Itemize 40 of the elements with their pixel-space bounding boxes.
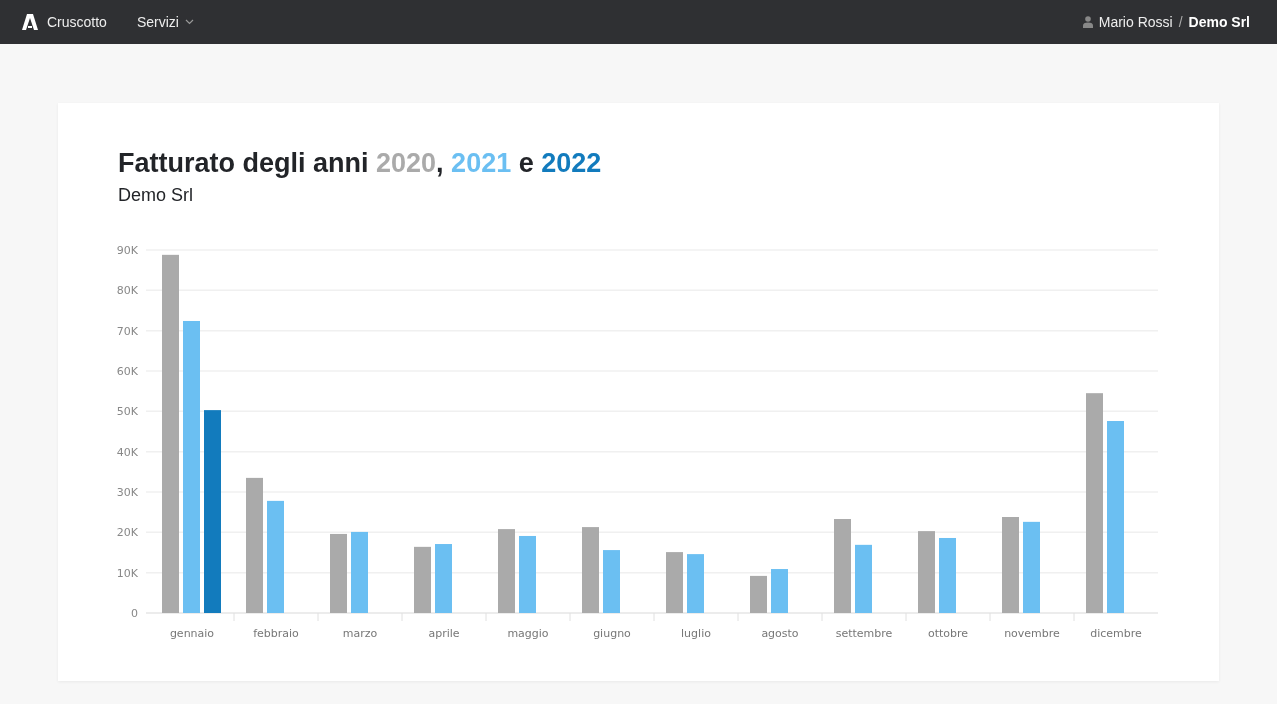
chart-subtitle: Demo Srl [118,185,193,206]
axis-tick-label: 0 [131,607,138,620]
axis-tick-label: 30K [116,486,138,499]
axis-category-label: marzo [342,627,378,640]
bar [750,575,767,613]
axis-tick-label: 70K [116,324,138,338]
bar [771,569,788,613]
user-name: Mario Rossi [1098,14,1173,30]
axis-tick-label: 60K [116,365,138,378]
menu-link[interactable]: Servizi [136,14,194,30]
chevron-down-icon [184,19,194,25]
axis-category-label: gennaio [169,627,215,640]
axis-tick-label: 20K [116,526,138,540]
bar [687,554,704,613]
axis-category-label: ottobre [927,627,969,640]
bar [855,544,872,613]
bar [666,552,683,613]
separator: / [1178,14,1183,30]
axis-category-label: agosto [761,627,799,640]
axis-category-label: aprile [428,627,460,640]
axis-tick-label: 10K [116,566,138,580]
axis-tick-label: 50K [116,405,138,419]
brand-link[interactable]: Cruscotto [21,13,107,31]
axis-tick-label: 80K [116,284,138,298]
axis-category-label: giugno [593,627,631,640]
axis-category-label: novembre [1004,627,1060,640]
chart-title: Fatturato degli anni 2020, 2021 e 2022 [118,147,602,180]
axis-category-label: febbraio [253,627,299,640]
bar [414,546,431,613]
axis-category-label: dicembre [1090,627,1142,640]
bar [603,550,620,613]
bar [435,544,452,613]
axis-category-label: settembre [835,627,893,640]
axis-category-label: maggio [507,627,549,640]
logo-icon [21,13,39,31]
axis-tick-label: 90K [116,244,138,257]
axis-tick-label: 40K [116,445,138,459]
user-icon [1082,16,1093,28]
company-name: Demo Srl [1188,14,1250,30]
axis-category-label: luglio [681,627,711,640]
